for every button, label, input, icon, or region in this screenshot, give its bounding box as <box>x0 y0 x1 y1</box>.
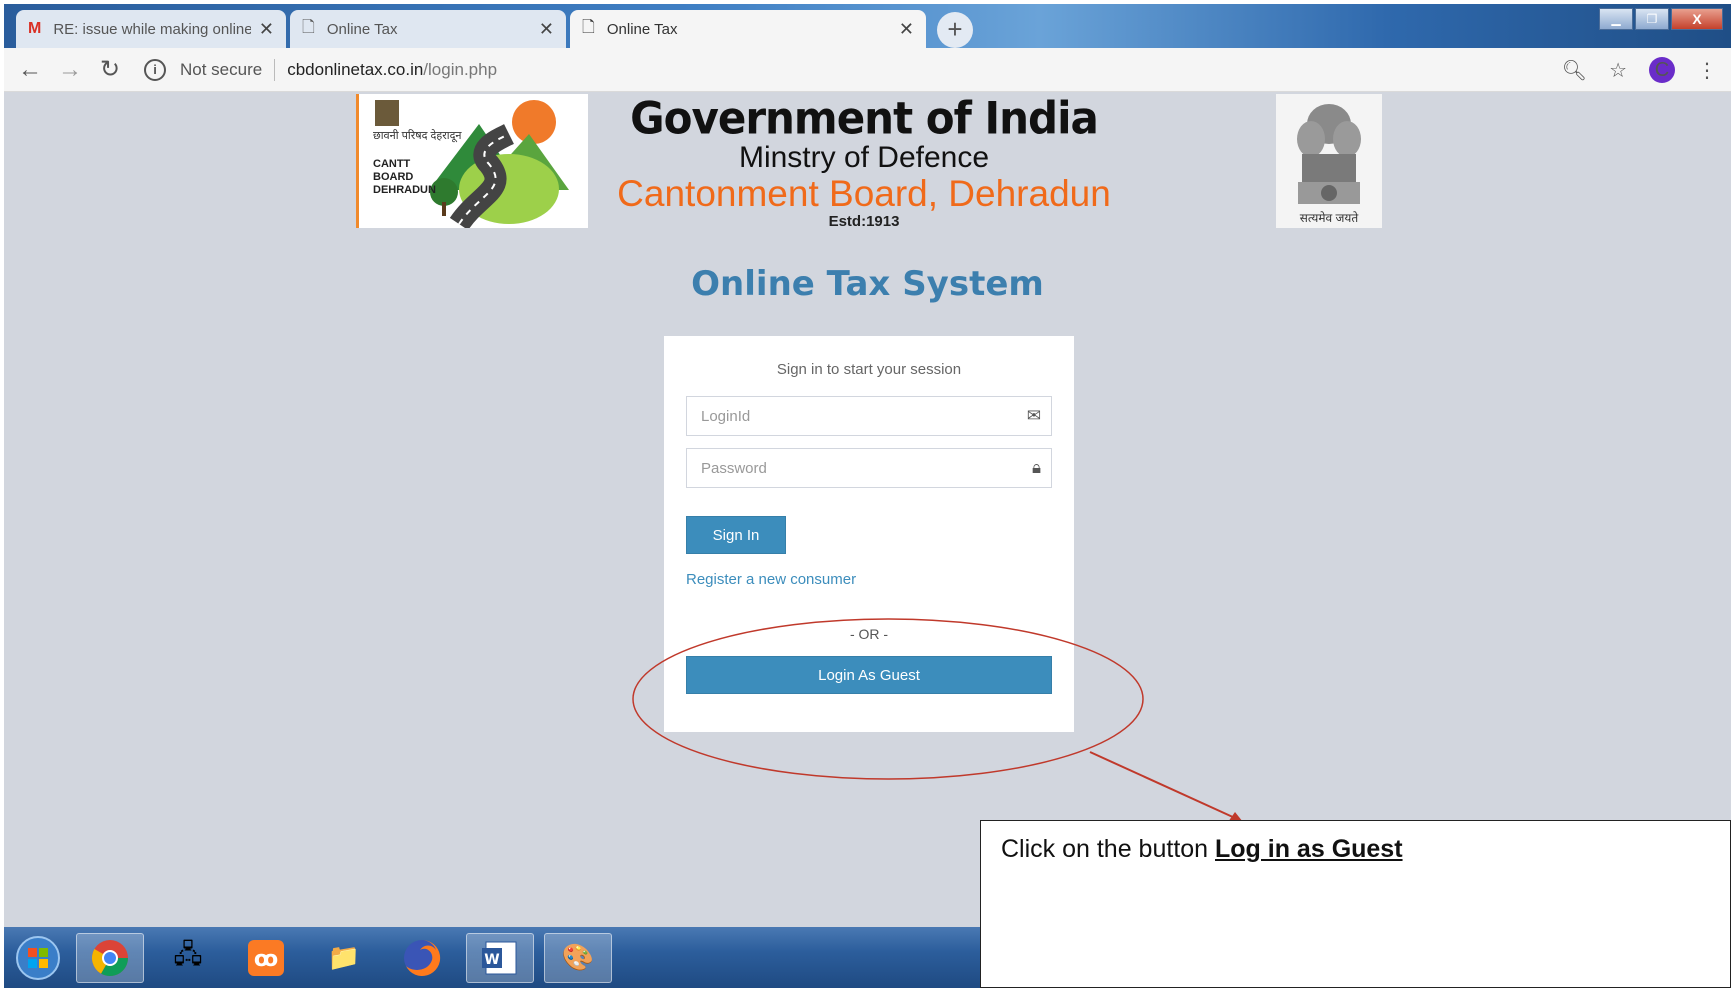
close-icon[interactable]: ✕ <box>899 19 914 40</box>
network-icon[interactable]: 🖧 <box>154 933 222 983</box>
loginid-field: ✉ <box>686 396 1052 436</box>
security-label: Not secure <box>180 59 263 79</box>
emblem-motto: सत्यमेव जयते <box>1299 211 1359 225</box>
register-link[interactable]: Register a new consumer <box>686 571 856 588</box>
login-as-guest-button[interactable]: Login As Guest <box>686 656 1052 694</box>
reload-button[interactable]: ↻ <box>90 55 130 84</box>
browser-toolbar: ← → ↻ i Not secure cbdonlinetax.co.in /l… <box>4 48 1731 92</box>
tab-online-tax-2[interactable]: 🗋 Online Tax ✕ <box>570 10 926 48</box>
word-icon[interactable]: W <box>466 932 534 983</box>
windows-taskbar: 🖧 ꝏ 📁 W 🎨 <box>4 927 980 988</box>
instruction-callout: Click on the button Log in as Guest <box>980 820 1731 988</box>
logo-hindi-text: छावनी परिषद देहरादून <box>373 130 462 142</box>
page-header: Government of India Minstry of Defence C… <box>604 92 1124 230</box>
cantt-board-logo: छावनी परिषद देहरादून CANTT BOARD DEHRADU… <box>356 94 588 231</box>
start-orb-icon[interactable] <box>10 933 66 983</box>
loginid-input[interactable] <box>687 397 1051 435</box>
envelope-icon: ✉ <box>1026 406 1041 425</box>
close-icon[interactable]: ✕ <box>539 19 554 40</box>
callout-emphasis: Log in as Guest <box>1215 835 1403 863</box>
close-window-button[interactable]: X <box>1671 8 1723 30</box>
star-icon[interactable]: ☆ <box>1609 58 1627 83</box>
url-path: /login.php <box>423 59 498 79</box>
national-emblem: सत्यमेव जयते <box>1276 94 1382 228</box>
svg-text:ꝏ: ꝏ <box>254 947 278 972</box>
explorer-icon[interactable]: 📁 <box>310 933 378 983</box>
back-button[interactable]: ← <box>10 56 50 84</box>
new-tab-button[interactable]: + <box>937 12 973 48</box>
callout-text: Click on the button Log in as Guest <box>1001 835 1403 863</box>
emblem-art <box>1297 104 1361 204</box>
established-text: Estd:1913 <box>828 213 900 230</box>
firefox-icon[interactable] <box>388 933 456 983</box>
xampp-icon[interactable]: ꝏ <box>232 933 300 983</box>
password-input[interactable] <box>687 449 1051 487</box>
or-divider: - OR - <box>849 626 889 642</box>
board-title: Cantonment Board, Dehradun <box>617 173 1111 214</box>
tab-gmail[interactable]: M RE: issue while making online pa ✕ <box>16 10 286 48</box>
restore-button[interactable]: ❐ <box>1635 8 1669 30</box>
paint-icon[interactable]: 🎨 <box>544 932 612 983</box>
logo-text: CANTT BOARD DEHRADUN <box>373 158 436 196</box>
password-field: 🔒︎ <box>686 448 1052 488</box>
page-icon: 🗋 <box>302 18 315 36</box>
tab-label: RE: issue while making online pa <box>53 20 251 38</box>
ministry-title: Minstry of Defence <box>738 141 990 174</box>
svg-text:W: W <box>484 952 499 968</box>
profile-avatar[interactable]: C <box>1649 57 1675 83</box>
login-box: Sign in to start your session ✉ 🔒︎ Sign … <box>664 336 1074 732</box>
menu-icon[interactable]: ⋮ <box>1697 58 1717 83</box>
tab-online-tax-1[interactable]: 🗋 Online Tax ✕ <box>290 10 566 48</box>
zoom-icon[interactable]: 🔍︎ <box>1562 58 1587 83</box>
lock-icon: 🔒︎ <box>1031 458 1041 477</box>
page-icon: 🗋 <box>582 18 595 36</box>
screen: M RE: issue while making online pa ✕ 🗋 O… <box>0 0 1731 988</box>
gmail-icon: M <box>28 20 42 37</box>
divider <box>274 58 276 81</box>
browser-titlebar: M RE: issue while making online pa ✕ 🗋 O… <box>4 4 1731 48</box>
chrome-icon[interactable] <box>76 932 144 983</box>
sign-in-button[interactable]: Sign In <box>686 516 786 554</box>
close-icon[interactable]: ✕ <box>259 19 274 40</box>
callout-prefix: Click on the button <box>1001 835 1216 863</box>
tab-label: Online Tax <box>326 20 398 38</box>
tab-label: Online Tax <box>606 20 678 38</box>
minimize-button[interactable]: ▁ <box>1599 8 1633 30</box>
forward-button[interactable]: → <box>50 56 90 84</box>
toolbar-actions: 🔍︎ ☆ C ⋮ <box>1540 48 1717 92</box>
info-icon[interactable]: i <box>144 58 166 81</box>
app-title: Online Tax System <box>691 264 1044 304</box>
web-page: छावनी परिषद देहरादून CANTT BOARD DEHRADU… <box>4 92 1731 927</box>
url-host: cbdonlinetax.co.in <box>287 59 424 79</box>
address-bar[interactable]: i Not secure cbdonlinetax.co.in /login.p… <box>144 53 497 87</box>
window-controls: ▁ ❐ X <box>1597 8 1723 30</box>
government-title: Government of India <box>630 92 1099 145</box>
login-message: Sign in to start your session <box>776 361 962 378</box>
